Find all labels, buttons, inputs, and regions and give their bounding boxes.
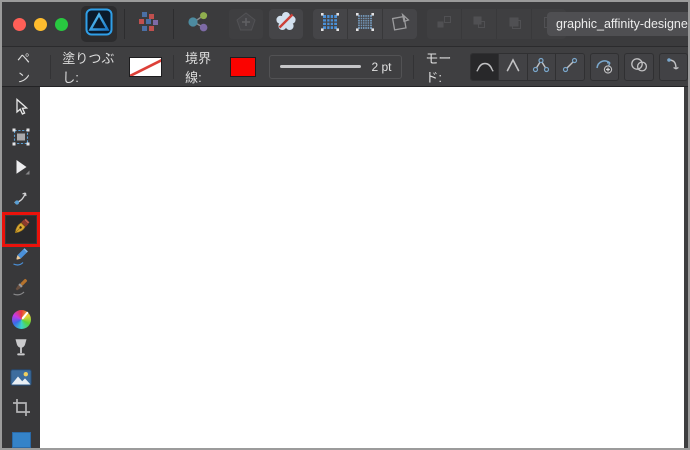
arrange-button-group <box>427 9 566 39</box>
pen-tool[interactable] <box>2 212 40 247</box>
arrange-icon-1 <box>435 13 453 36</box>
corner-tool-icon <box>12 189 31 211</box>
rectangle-tool-icon <box>11 431 31 448</box>
node-tool-icon <box>13 158 30 181</box>
move-tool-icon <box>13 98 29 121</box>
main-area <box>2 87 688 448</box>
artboard-tool-icon <box>11 127 31 152</box>
transform-mode-icon <box>390 12 411 37</box>
line-mode-button[interactable] <box>556 53 584 80</box>
toolbar-separator <box>173 9 174 39</box>
vector-brush-tool-icon <box>11 277 31 302</box>
snap-grid-icon <box>320 12 340 37</box>
no-fill-icon <box>130 58 162 76</box>
rectangle-tool[interactable] <box>6 426 36 448</box>
color-swatches-icon <box>138 11 160 38</box>
add-style-icon <box>236 12 256 36</box>
add-style-button <box>229 9 263 39</box>
add-curve-mode-icon <box>593 56 615 77</box>
context-toolbar: ペン 塗りつぶし: 境界線: 2 pt モード: <box>2 46 688 87</box>
artboard-tool[interactable] <box>6 126 36 153</box>
document-title-field[interactable]: graphic_affinity-designer-c <box>547 12 688 36</box>
document-canvas[interactable] <box>40 87 684 448</box>
share-button[interactable] <box>181 9 215 39</box>
close-window-button[interactable] <box>13 17 26 31</box>
fill-label: 塗りつぶし: <box>62 50 115 85</box>
context-separator <box>413 54 415 79</box>
pen-mode-button[interactable] <box>470 53 500 80</box>
polygon-mode-button[interactable] <box>527 53 557 80</box>
stroke-width-slider[interactable] <box>279 65 362 68</box>
add-curve-mode-button[interactable] <box>589 52 620 81</box>
transparency-tool[interactable] <box>6 336 36 363</box>
trim-mode-button[interactable] <box>658 52 688 81</box>
pixel-grid-icon <box>355 12 375 37</box>
arrange-button-1 <box>427 9 462 39</box>
geometry-mode-icon <box>628 56 650 77</box>
stroke-label: 境界線: <box>185 50 212 85</box>
snapping-button-group <box>313 9 417 39</box>
fill-gradient-tool[interactable] <box>6 306 36 333</box>
vector-crop-tool-icon <box>12 398 31 422</box>
arrange-button-3 <box>497 9 532 39</box>
zoom-window-button[interactable] <box>55 17 68 31</box>
right-window-edge <box>684 87 688 448</box>
stroke-width-control[interactable]: 2 pt <box>268 54 403 79</box>
place-image-tool[interactable] <box>6 366 36 393</box>
smart-mode-button[interactable] <box>499 53 528 80</box>
node-tool[interactable] <box>6 156 36 183</box>
color-wheel-icon <box>11 310 31 329</box>
place-image-tool-icon <box>10 368 32 391</box>
arrange-button-2 <box>462 9 497 39</box>
affinity-designer-window: graphic_affinity-designer-c ペン 塗りつぶし: 境界… <box>0 0 690 450</box>
geometry-mode-button[interactable] <box>624 52 654 81</box>
pencil-tool-icon <box>11 247 31 272</box>
stroke-color-swatch[interactable] <box>229 56 256 77</box>
polygon-mode-icon <box>531 57 551 76</box>
share-icon <box>186 11 210 38</box>
pen-mode-icon <box>475 57 495 76</box>
pencil-tool[interactable] <box>6 246 36 273</box>
mode-label: モード: <box>425 50 452 85</box>
traffic-lights <box>13 17 68 31</box>
no-style-button[interactable] <box>269 9 303 39</box>
context-separator <box>50 54 52 79</box>
stroke-width-value[interactable]: 2 pt <box>371 60 391 74</box>
fill-color-swatch[interactable] <box>129 56 163 77</box>
toolbar-separator <box>124 9 125 39</box>
color-swatches-button[interactable] <box>132 9 166 39</box>
affinity-designer-logo <box>85 8 113 41</box>
trim-mode-icon <box>663 56 683 77</box>
snap-grid-button[interactable] <box>313 9 348 39</box>
transform-mode-button[interactable] <box>383 9 417 39</box>
active-tool-label: ペン <box>17 50 31 85</box>
pen-tool-icon <box>11 217 31 242</box>
move-tool[interactable] <box>6 96 36 123</box>
smart-mode-icon <box>503 57 523 76</box>
arrange-icon-3 <box>505 13 523 36</box>
vector-crop-tool[interactable] <box>6 396 36 423</box>
pen-mode-group <box>469 52 585 81</box>
transparency-tool-icon <box>14 338 28 362</box>
minimize-window-button[interactable] <box>34 17 47 31</box>
tools-panel <box>2 87 40 448</box>
line-mode-icon <box>560 57 580 76</box>
arrange-icon-2 <box>470 13 488 36</box>
pixel-grid-button[interactable] <box>348 9 383 39</box>
vector-brush-tool[interactable] <box>6 276 36 303</box>
affinity-designer-logo-button[interactable] <box>81 6 117 42</box>
corner-tool[interactable] <box>6 186 36 213</box>
context-separator <box>173 54 175 79</box>
no-style-icon <box>275 11 297 37</box>
titlebar: graphic_affinity-designer-c <box>2 2 688 46</box>
